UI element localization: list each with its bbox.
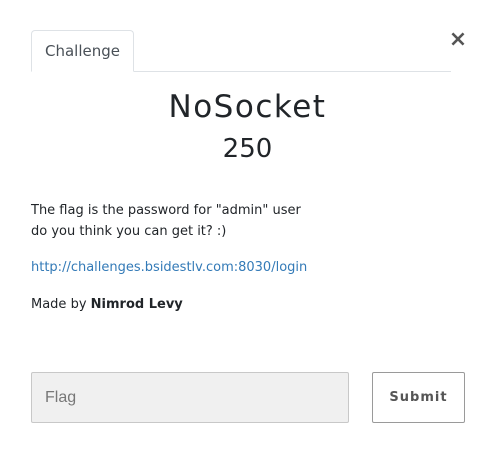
author-prefix: Made by: [31, 297, 91, 312]
flag-input[interactable]: [31, 372, 349, 423]
author-line: Made by Nimrod Levy: [31, 295, 183, 315]
description-line: The flag is the password for "admin" use…: [31, 203, 301, 218]
submit-button[interactable]: Submit: [372, 372, 465, 423]
close-icon[interactable]: ×: [448, 28, 468, 52]
tab-bar: Challenge: [31, 30, 451, 72]
challenge-title: NoSocket: [168, 89, 327, 125]
description-line: do you think you can get it? :): [31, 224, 227, 239]
challenge-link[interactable]: http://challenges.bsidestlv.com:8030/log…: [31, 258, 307, 278]
challenge-description: The flag is the password for "admin" use…: [31, 200, 461, 242]
challenge-modal: × Challenge NoSocket 250 The flag is the…: [0, 0, 495, 472]
author-name: Nimrod Levy: [90, 297, 183, 312]
challenge-value: 250: [222, 134, 273, 164]
tab-challenge[interactable]: Challenge: [31, 30, 134, 72]
